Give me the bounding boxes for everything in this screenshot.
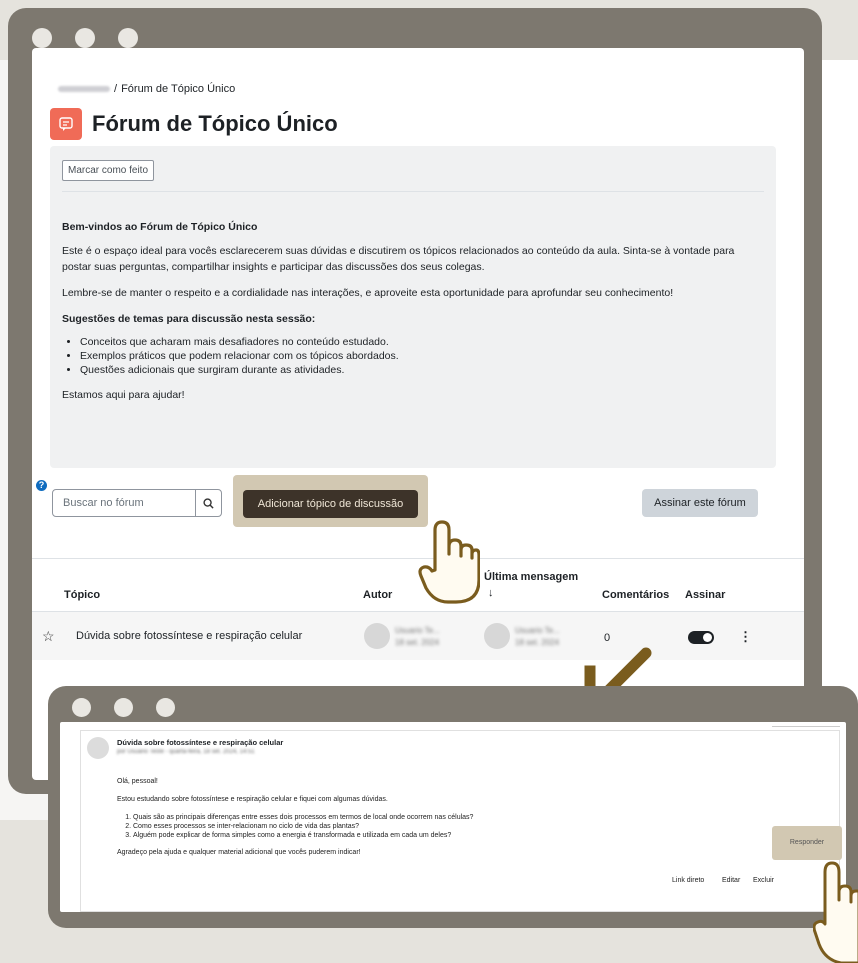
pointer-hand-icon [418, 520, 480, 604]
forum-icon [50, 108, 82, 140]
description-heading: Bem-vindos ao Fórum de Tópico Único [62, 221, 258, 233]
divider [62, 191, 764, 192]
post-thanks: Agradeço pela ajuda e qualquer material … [117, 849, 361, 856]
window-dot-maximize[interactable] [118, 28, 138, 48]
avatar [87, 737, 109, 759]
author-name[interactable]: Usuario Te... [395, 625, 440, 636]
page-title: Fórum de Tópico Único [92, 111, 338, 136]
author-date: 18 set. 2024 [395, 638, 440, 647]
list-item: Questões adicionais que surgiram durante… [80, 363, 762, 377]
forum-page: / Fórum de Tópico Único Fórum de Tópico … [32, 48, 804, 780]
list-item: Alguém pode explicar de forma simples co… [133, 831, 817, 840]
last-post-name[interactable]: Usuario Te... [515, 625, 560, 636]
help-icon[interactable]: ? [36, 480, 47, 491]
window-dot-maximize[interactable] [156, 698, 175, 717]
add-topic-button[interactable]: Adicionar tópico de discussão [243, 490, 418, 518]
column-header-topic[interactable]: Tópico [64, 589, 100, 601]
column-header-comments[interactable]: Comentários [602, 589, 669, 601]
search-input[interactable]: Buscar no fórum [53, 490, 195, 516]
star-icon[interactable]: ☆ [42, 628, 55, 645]
forum-search: Buscar no fórum [52, 489, 222, 517]
description-closing: Estamos aqui para ajudar! [62, 389, 185, 401]
activity-description: Marcar como feito Bem-vindos ao Fórum de… [50, 146, 776, 468]
window-controls [72, 698, 175, 717]
page-header: Fórum de Tópico Único [50, 108, 338, 140]
post-body: Olá, pessoal! Estou estudando sobre foto… [117, 777, 817, 866]
description-paragraph: Lembre-se de manter o respeito e a cordi… [62, 287, 674, 299]
table-row[interactable]: ☆ Dúvida sobre fotossíntese e respiração… [32, 612, 804, 660]
breadcrumb: / Fórum de Tópico Único [58, 83, 235, 95]
window-dot-close[interactable] [72, 698, 91, 717]
delete-link[interactable]: Excluir [753, 877, 774, 884]
breadcrumb-current: Fórum de Tópico Único [121, 83, 236, 95]
column-header-last-post[interactable]: Última mensagem [484, 571, 578, 583]
reply-button[interactable]: Responder [777, 831, 837, 855]
list-item: Conceitos que acharam mais desafiadores … [80, 335, 762, 349]
browser-window-forum: / Fórum de Tópico Único Fórum de Tópico … [8, 8, 822, 794]
column-header-author[interactable]: Autor [363, 589, 392, 601]
subscribe-forum-button[interactable]: Assinar este fórum [642, 489, 758, 517]
window-dot-close[interactable] [32, 28, 52, 48]
sort-down-icon[interactable]: ↓ [488, 587, 494, 599]
mark-done-button[interactable]: Marcar como feito [62, 160, 155, 181]
list-item: Como esses processos se inter-relacionam… [133, 822, 817, 831]
forum-post: Dúvida sobre fotossíntese e respiração c… [80, 730, 840, 912]
description-content: Bem-vindos ao Fórum de Tópico Único Este… [62, 219, 762, 413]
window-dot-minimize[interactable] [75, 28, 95, 48]
breadcrumb-separator: / [114, 83, 118, 95]
breadcrumb-course-link[interactable] [58, 86, 110, 92]
post-title: Dúvida sobre fotossíntese e respiração c… [117, 738, 284, 747]
window-controls [32, 28, 138, 48]
author-avatar [364, 623, 390, 649]
search-icon [203, 497, 214, 509]
search-button[interactable] [195, 490, 221, 516]
post-questions: Quais são as principais diferenças entre… [133, 813, 817, 840]
column-header-subscribe: Assinar [685, 589, 726, 601]
permalink-link[interactable]: Link direto [672, 877, 704, 884]
last-post-date: 18 set. 2024 [515, 638, 560, 647]
last-post-avatar [484, 623, 510, 649]
list-item: Exemplos práticos que podem relacionar c… [80, 349, 762, 363]
pointer-hand-icon [813, 861, 858, 963]
post-page: Dúvida sobre fotossíntese e respiração c… [60, 722, 846, 912]
edit-link[interactable]: Editar [722, 877, 740, 884]
post-greeting: Olá, pessoal! [117, 778, 158, 785]
post-intro: Estou estudando sobre fotossíntese e res… [117, 796, 388, 803]
description-paragraph: Este é o espaço ideal para vocês esclare… [62, 245, 735, 273]
topic-link[interactable]: Dúvida sobre fotossíntese e respiração c… [76, 630, 302, 642]
subscribe-toggle[interactable] [688, 631, 714, 644]
more-options-icon[interactable]: ⋮ [739, 629, 752, 645]
comments-count: 0 [604, 632, 611, 644]
window-dot-minimize[interactable] [114, 698, 133, 717]
post-author: por Usuario Teste - quarta-feira, 18 set… [117, 749, 255, 755]
list-item: Quais são as principais diferenças entre… [133, 813, 817, 822]
suggestions-list: Conceitos que acharam mais desafiadores … [80, 335, 762, 377]
browser-window-post: Dúvida sobre fotossíntese e respiração c… [48, 686, 858, 928]
suggestions-heading: Sugestões de temas para discussão nesta … [62, 313, 316, 325]
